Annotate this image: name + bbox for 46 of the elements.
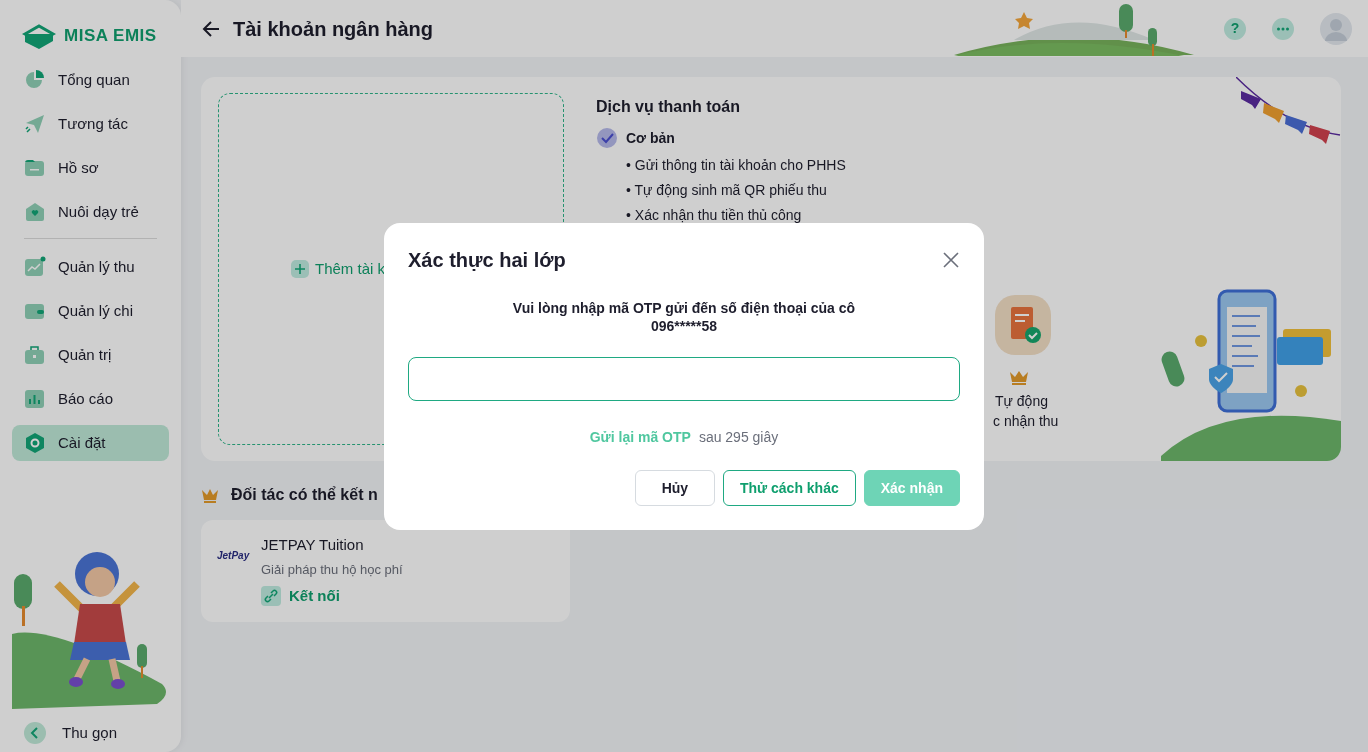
- phone-number: 096*****58: [649, 317, 719, 335]
- avatar-icon[interactable]: [1320, 12, 1352, 45]
- back-arrow-icon[interactable]: [201, 18, 221, 39]
- partner-description: Giải pháp thu hộ học phí: [261, 560, 403, 579]
- sidebar-item[interactable]: Nuôi dạy trẻ: [12, 194, 169, 230]
- plus-icon: [291, 260, 309, 278]
- sidebar-item[interactable]: Hồ sơ: [12, 150, 169, 186]
- house-heart-icon: [24, 201, 46, 223]
- otp-message: Vui lòng nhập mã OTP gửi đến số điện thoại của cô: [511, 299, 857, 317]
- tile-caption: c nhận thu: [993, 412, 1059, 431]
- section-heading: Đối tác có thể kết n: [231, 485, 378, 505]
- pie-chart-icon: [24, 69, 46, 91]
- folder-icon: [24, 157, 46, 179]
- receipt-check-icon: [993, 293, 1053, 357]
- section-title: Dịch vụ thanh toán: [596, 97, 741, 117]
- tile-caption: Tự động: [995, 392, 1049, 411]
- sidebar-item[interactable]: Tổng quan: [12, 62, 169, 98]
- paper-plane-icon: [24, 113, 46, 135]
- partner-name: JETPAY Tuition: [261, 535, 365, 555]
- briefcase-icon: [24, 344, 46, 366]
- sidebar-item[interactable]: Quản trị: [12, 337, 169, 373]
- chevron-left-icon: [24, 721, 46, 744]
- crown-icon: [201, 487, 219, 503]
- logo-text: MISA EMIS: [64, 25, 157, 48]
- tier-label: Cơ bản: [626, 128, 675, 148]
- crown-icon: [1009, 369, 1029, 385]
- dialog-title: Xác thực hai lớp: [408, 248, 566, 273]
- more-icon[interactable]: [1272, 17, 1294, 40]
- book-logo-icon: [22, 22, 56, 50]
- sidebar-item[interactable]: Tương tác: [12, 106, 169, 142]
- sidebar-item[interactable]: Cài đặt: [12, 425, 169, 461]
- page-title: Tài khoản ngân hàng: [233, 16, 433, 42]
- sidebar-item[interactable]: Báo cáo: [12, 381, 169, 417]
- link-icon: [261, 586, 281, 607]
- feature-item: • Xác nhận thu tiền thủ công: [625, 206, 803, 225]
- cancel-button[interactable]: Hủy: [634, 470, 715, 506]
- feature-item: • Gửi thông tin tài khoản cho PHHS: [625, 156, 847, 175]
- settings-icon: [24, 432, 46, 454]
- bar-chart-icon: [24, 388, 46, 410]
- close-icon[interactable]: [942, 251, 960, 269]
- sidebar-item[interactable]: Quản lý chi: [12, 293, 169, 329]
- sidebar-item[interactable]: Quản lý thu: [12, 249, 169, 285]
- feature-item: • Tự động sinh mã QR phiếu thu: [625, 181, 828, 200]
- collapse-button[interactable]: Thu gọn: [12, 713, 169, 744]
- otp-input-field[interactable]: [408, 357, 960, 401]
- countdown-text: sau 295 giây: [698, 428, 779, 447]
